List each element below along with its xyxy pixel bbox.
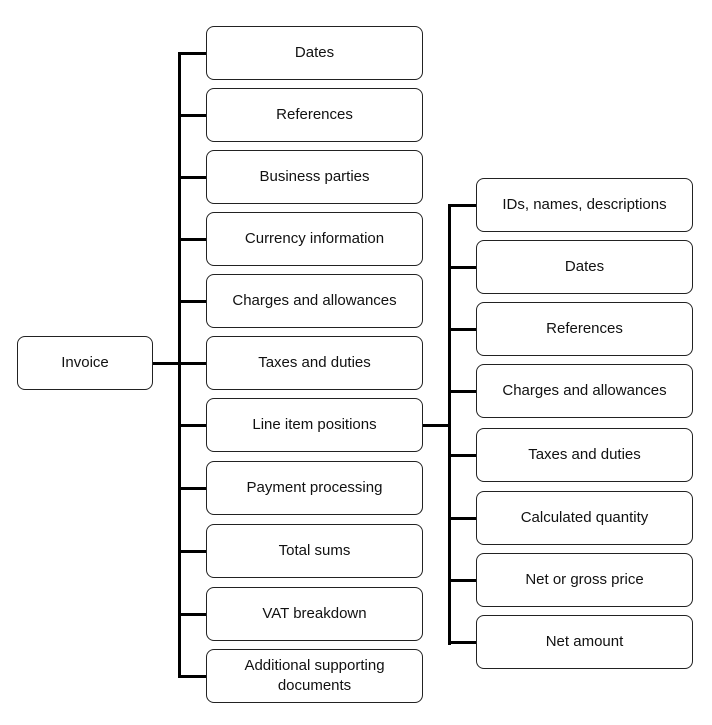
connector bbox=[178, 613, 206, 616]
connector bbox=[448, 204, 476, 207]
node-line-item-child: IDs, names, descriptions bbox=[476, 178, 693, 232]
connector bbox=[178, 424, 206, 427]
connector bbox=[448, 454, 476, 457]
node-line-item-child: Charges and allowances bbox=[476, 364, 693, 418]
connector bbox=[178, 176, 206, 179]
connector bbox=[178, 362, 206, 365]
connector bbox=[448, 266, 476, 269]
connector bbox=[448, 641, 476, 644]
connector bbox=[448, 390, 476, 393]
node-line-item-child: References bbox=[476, 302, 693, 356]
connector bbox=[153, 362, 180, 365]
node-level1: Taxes and duties bbox=[206, 336, 423, 390]
node-level1: Line item positions bbox=[206, 398, 423, 452]
connector bbox=[178, 114, 206, 117]
node-level1: Total sums bbox=[206, 524, 423, 578]
invoice-structure-diagram: Invoice Dates References Business parties C… bbox=[0, 0, 712, 725]
connector bbox=[178, 300, 206, 303]
connector bbox=[178, 550, 206, 553]
connector bbox=[448, 579, 476, 582]
node-line-item-child: Net or gross price bbox=[476, 553, 693, 607]
connector bbox=[178, 52, 206, 55]
node-line-item-child: Net amount bbox=[476, 615, 693, 669]
node-level1: References bbox=[206, 88, 423, 142]
connector bbox=[178, 675, 206, 678]
node-line-item-child: Dates bbox=[476, 240, 693, 294]
connector bbox=[448, 517, 476, 520]
node-line-item-child: Calculated quantity bbox=[476, 491, 693, 545]
node-level1: VAT breakdown bbox=[206, 587, 423, 641]
connector bbox=[178, 238, 206, 241]
node-invoice: Invoice bbox=[17, 336, 153, 390]
connector bbox=[423, 424, 450, 427]
node-level1: Dates bbox=[206, 26, 423, 80]
node-level1: Additional supporting documents bbox=[206, 649, 423, 703]
node-level1: Currency information bbox=[206, 212, 423, 266]
connector bbox=[178, 487, 206, 490]
connector bbox=[448, 328, 476, 331]
node-line-item-child: Taxes and duties bbox=[476, 428, 693, 482]
node-level1: Business parties bbox=[206, 150, 423, 204]
node-level1: Payment processing bbox=[206, 461, 423, 515]
node-level1: Charges and allowances bbox=[206, 274, 423, 328]
